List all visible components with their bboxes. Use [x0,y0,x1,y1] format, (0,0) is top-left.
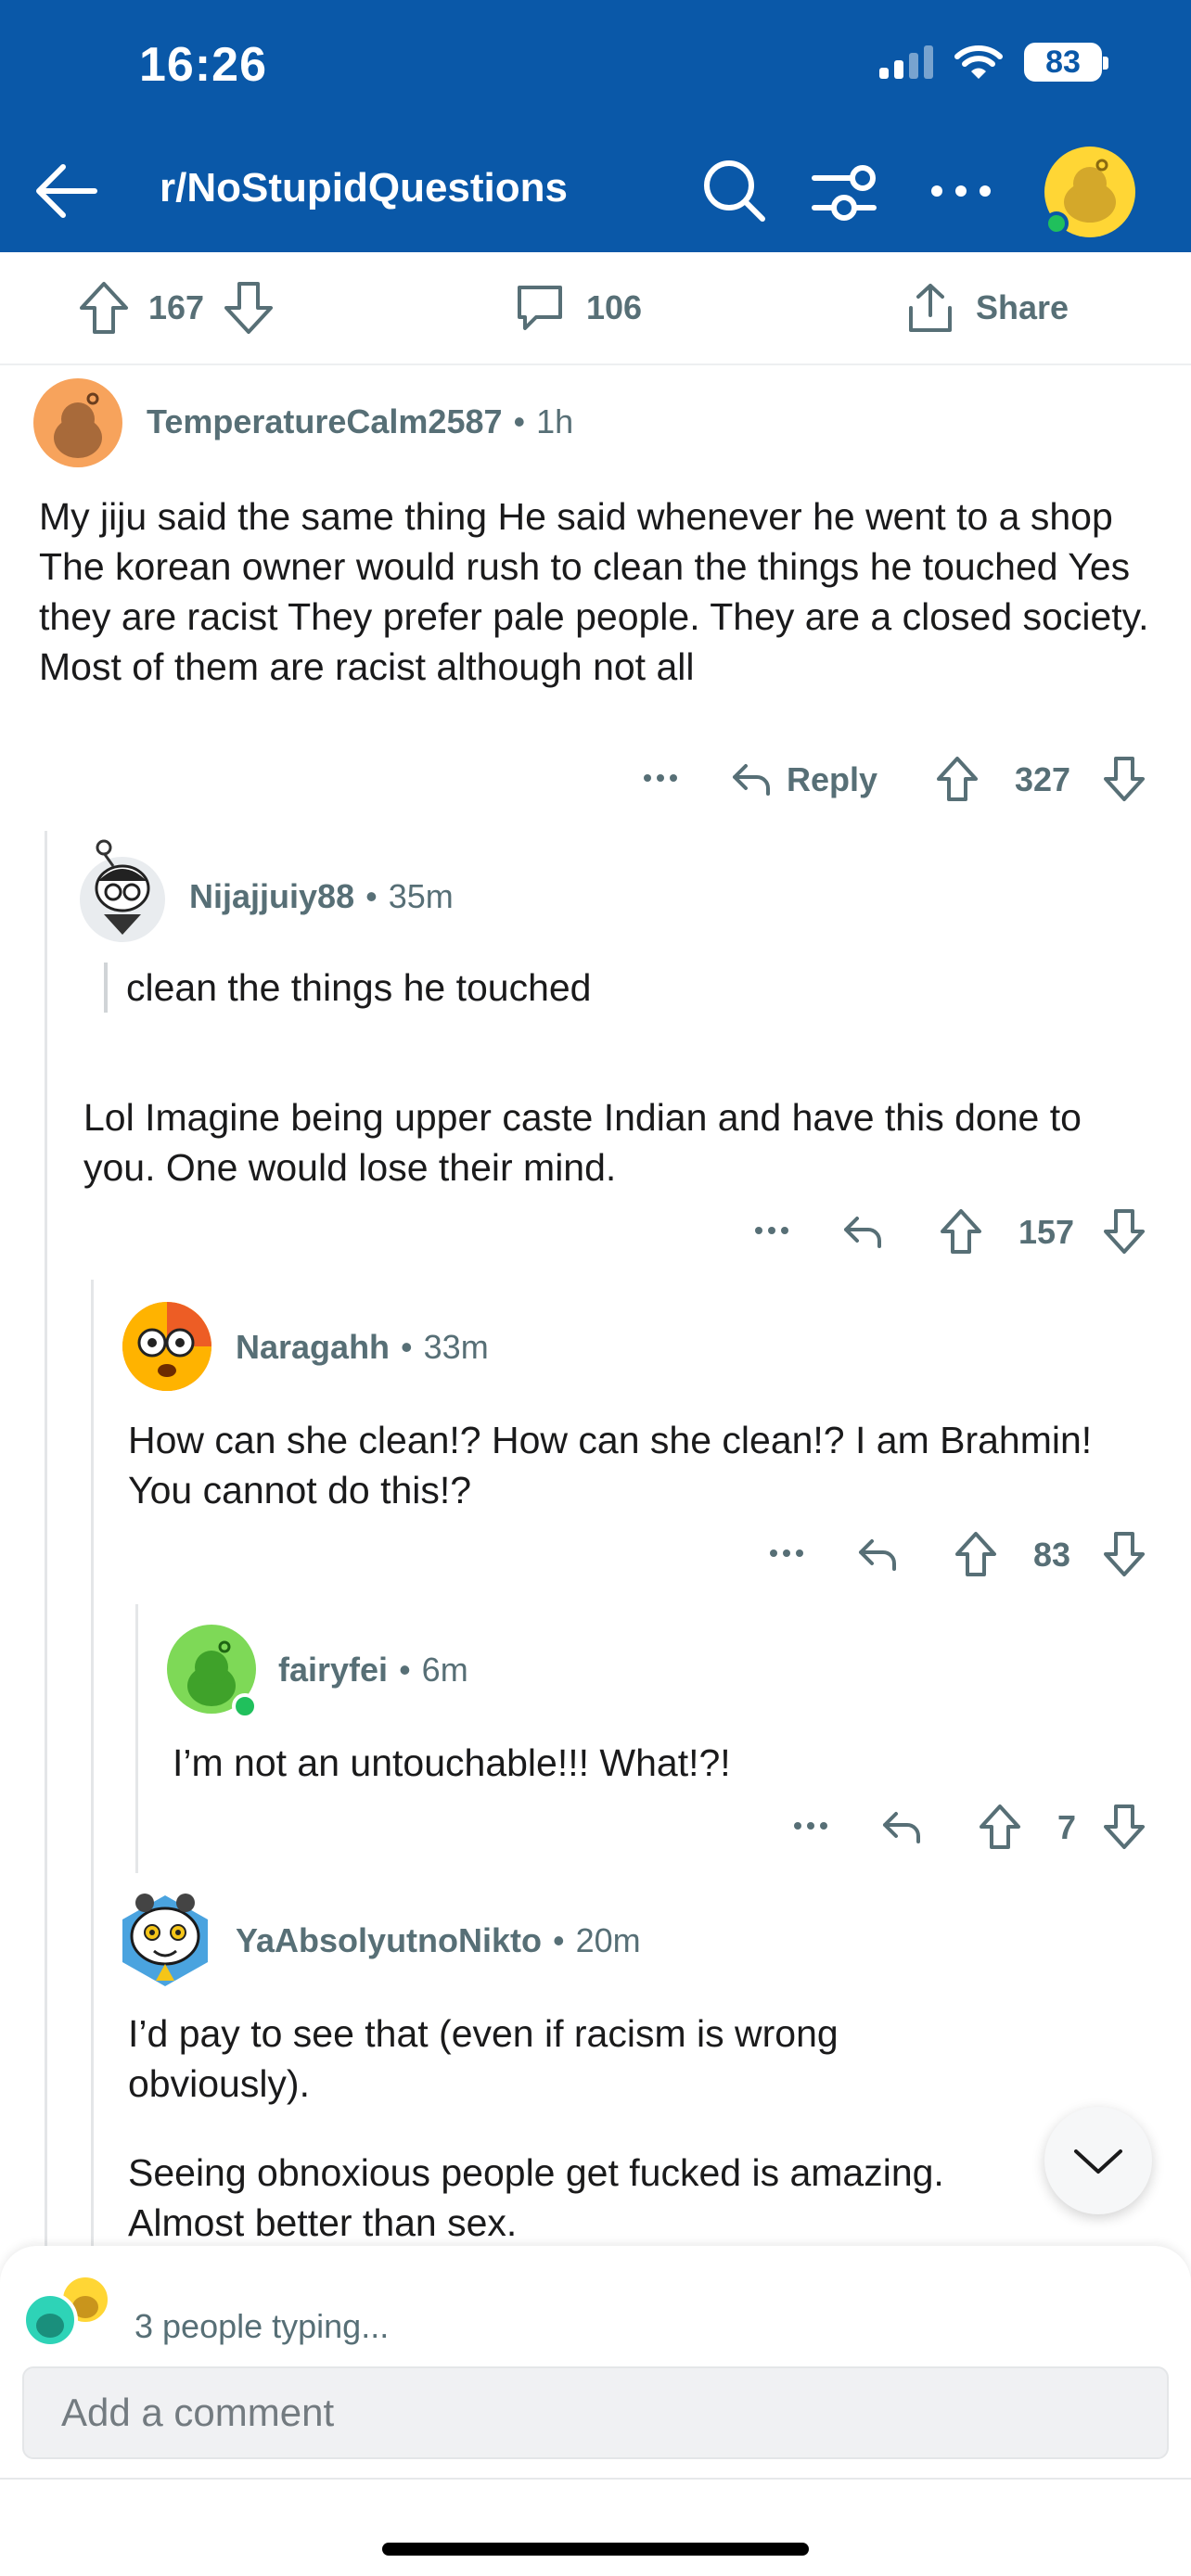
comment-body: How can she clean!? How can she clean!? … [128,1419,1093,1511]
thread-line [45,831,47,2246]
post-action-bar: 167 106 Share [0,252,1191,365]
typing-avatars [22,2274,111,2348]
comment-header: fairyfei • 6m [278,1651,468,1690]
scroll-down-button[interactable] [1044,2107,1152,2214]
comment-header: YaAbsolyutnoNikto • 20m [236,1921,641,1960]
share-button[interactable]: Share [903,280,1069,336]
online-status-dot [232,1693,258,1719]
comment-actions: 83 [766,1526,1150,1582]
back-arrow-icon[interactable] [30,154,104,228]
downvote-icon[interactable] [1102,1207,1146,1256]
cell-signal-icon [879,45,933,79]
more-options-icon[interactable] [924,154,998,228]
separator-dot: • [553,1921,565,1959]
subreddit-title[interactable]: r/NoStupidQuestions [160,165,568,211]
comment-body: I’d pay to see that (even if racism is w… [128,2012,839,2105]
comment-username[interactable]: fairyfei [278,1651,388,1690]
app-header: 16:26 83 r/NoStupidQuestions [0,0,1191,252]
status-icons: 83 [879,43,1108,82]
comment-actions: 157 [751,1204,1150,1259]
more-options-icon[interactable] [751,1217,792,1244]
upvote-icon[interactable] [78,280,130,336]
comment-header: Nijajjuiy88 • 35m [189,877,454,916]
comment-score: 157 [1018,1213,1075,1251]
comment-body: Lol Imagine being upper caste Indian and… [83,1096,1082,1189]
thread-line [135,1604,138,1873]
comment-body: Seeing obnoxious people get fucked is am… [128,2151,944,2244]
comment-quote: clean the things he touched [104,963,592,1013]
more-options-icon[interactable] [640,764,681,792]
downvote-icon[interactable] [223,280,275,336]
comment-username[interactable]: YaAbsolyutnoNikto [236,1921,542,1960]
downvote-icon[interactable] [1102,1530,1146,1578]
share-label: Share [976,288,1069,326]
comment-username[interactable]: Naragahh [236,1328,390,1367]
downvote-icon[interactable] [1102,1803,1146,1851]
separator-dot: • [401,1328,413,1366]
comment-body: I’m not an untouchable!!! What!?! [173,1741,731,1784]
comment-count: 106 [586,288,643,326]
upvote-icon[interactable] [978,1803,1022,1851]
separator-dot: • [399,1651,411,1689]
reply-label[interactable]: Reply [787,760,877,799]
comment-score: 7 [1057,1808,1077,1846]
comments-button[interactable]: 106 [512,280,642,336]
vote-group: 167 [78,280,275,336]
reply-icon[interactable] [879,1804,924,1849]
comment-time: 33m [423,1328,489,1366]
wifi-icon [954,45,1003,79]
share-icon [909,284,952,332]
comment-composer: 3 people typing... Add a comment [0,2246,1191,2576]
more-options-icon[interactable] [766,1539,807,1567]
battery-level: 83 [1045,44,1081,80]
comment-icon [518,286,562,330]
avatar[interactable] [76,835,169,942]
thread-line [91,1280,94,2246]
comment-time: 20m [575,1921,641,1959]
reply-icon[interactable] [840,1209,885,1254]
upvote-icon[interactable] [954,1530,998,1578]
avatar[interactable] [122,1302,211,1391]
status-time: 16:26 [139,38,267,92]
upvote-icon[interactable] [939,1207,983,1256]
comment-score: 83 [1033,1536,1071,1574]
separator-dot: • [513,402,526,440]
comment-time: 35m [388,877,454,915]
post-upvote-count: 167 [148,288,205,326]
avatar[interactable] [33,378,122,467]
downvote-icon[interactable] [1102,755,1146,803]
comment-header: Naragahh • 33m [236,1328,489,1367]
more-options-icon[interactable] [790,1812,831,1840]
battery-icon: 83 [1024,43,1108,82]
comment-body: My jiju said the same thing He said when… [39,495,1149,688]
search-icon[interactable] [698,154,772,228]
comment-actions: Reply 327 [640,751,1150,807]
reply-icon[interactable] [729,757,774,801]
comment-username[interactable]: TemperatureCalm2587 [147,402,503,441]
chevron-down-icon [1074,2149,1122,2174]
comment-header: TemperatureCalm2587 • 1h [147,402,573,441]
comment-time: 6m [421,1651,468,1689]
separator-dot: • [365,877,378,915]
upvote-icon[interactable] [935,755,980,803]
comment-username[interactable]: Nijajjuiy88 [189,877,354,916]
online-status-dot [1044,211,1069,236]
home-indicator[interactable] [382,2543,809,2556]
comment-actions: 7 [790,1799,1150,1855]
typing-indicator: 3 people typing... [134,2307,390,2345]
reply-icon[interactable] [855,1532,900,1576]
comment-score: 327 [1015,760,1071,798]
avatar[interactable] [117,1882,213,1990]
sort-filter-icon[interactable] [807,158,881,226]
divider [0,2478,1191,2480]
add-comment-input[interactable]: Add a comment [22,2366,1169,2459]
comment-time: 1h [536,402,574,440]
